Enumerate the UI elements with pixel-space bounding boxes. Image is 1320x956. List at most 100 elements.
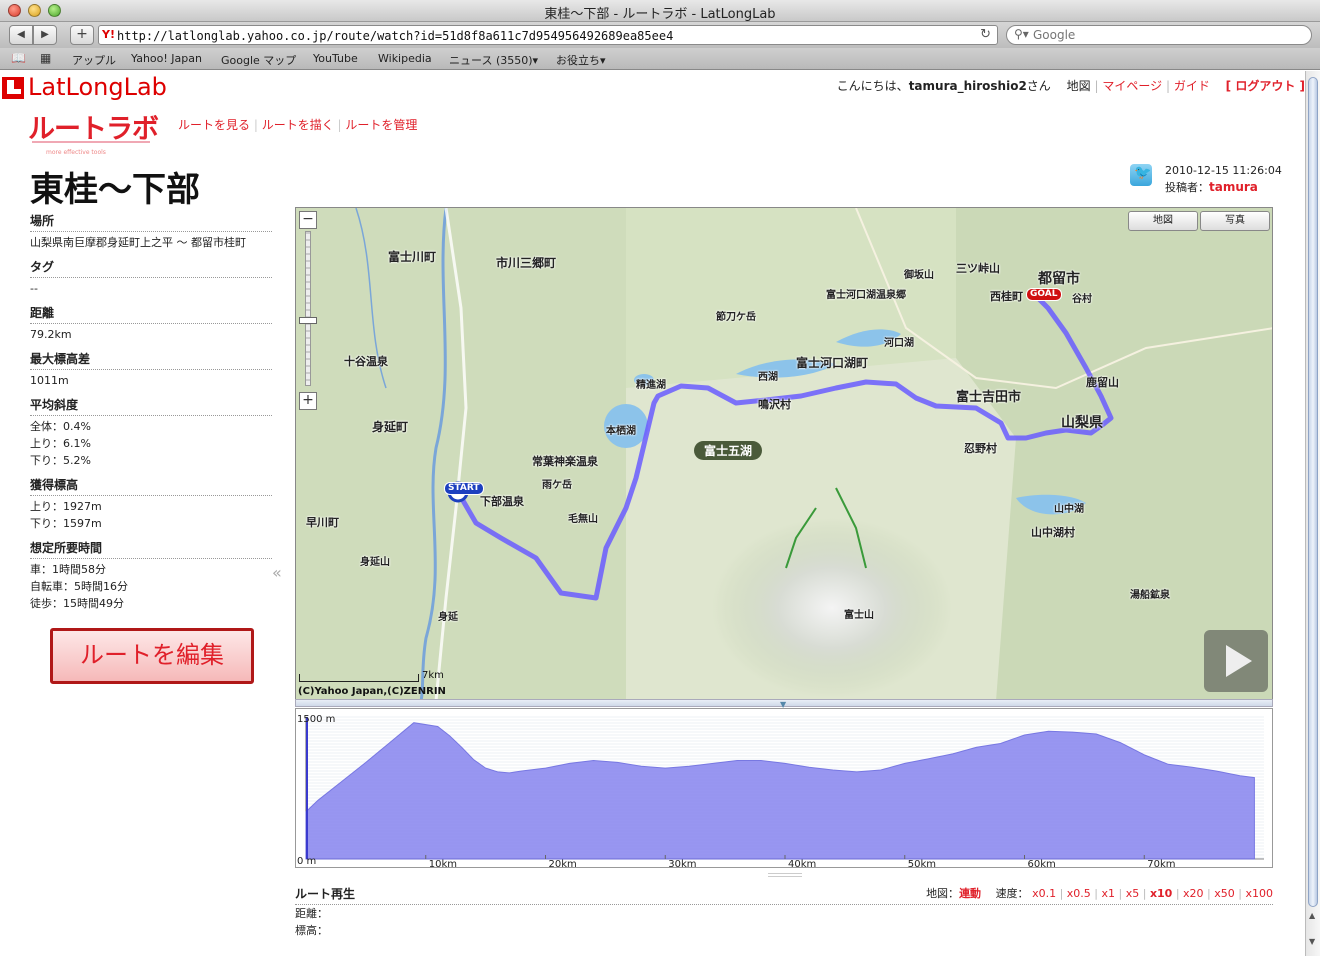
tag-value: -- — [30, 282, 38, 295]
logout-link[interactable]: [ ログアウト ] — [1226, 79, 1305, 93]
scroll-up-arrow-icon[interactable]: ▲ — [1309, 911, 1315, 920]
map-place-label: 西桂町 — [990, 290, 1023, 303]
time-bike: 自転車：5時間16分 — [30, 580, 128, 593]
vertical-scrollbar[interactable]: ▲ ▼ — [1305, 71, 1320, 956]
route-map[interactable]: − + 地図 写真 都留市 富士吉田市 富士河口湖町 鳴沢村 忍野村 山中湖村 山梨県 身延町… — [295, 207, 1273, 700]
max-elevation-value: 1011m — [30, 374, 69, 387]
replay-controls: 地図：連動 速度： x0.1 | x0.5 | x1 | x5 | x10 | … — [926, 885, 1273, 901]
zoom-out-button[interactable]: − — [299, 211, 317, 229]
distance-value: 79.2km — [30, 328, 72, 341]
x-tick-label: 20km — [549, 859, 577, 868]
search-field[interactable]: ⚲▾ — [1006, 25, 1312, 45]
map-type-photo-button[interactable]: 写真 — [1200, 211, 1270, 231]
tag-label: タグ — [30, 258, 272, 278]
speed-option[interactable]: x0.1 — [1032, 887, 1056, 900]
collapse-panel-chevron-icon[interactable]: « — [272, 563, 282, 582]
time-car: 車：1時間58分 — [30, 563, 106, 576]
bookmark-item[interactable]: ニュース (3550)▾ — [449, 52, 538, 68]
y-max-label: 1500 m — [297, 714, 335, 725]
map-copyright: (C)Yahoo Japan,(C)ZENRIN — [298, 686, 446, 697]
bookmark-item[interactable]: Wikipedia — [378, 52, 432, 65]
zoom-slider-handle[interactable] — [299, 317, 317, 324]
scrollbar-thumb[interactable] — [1308, 77, 1318, 907]
plus-icon: + — [76, 26, 88, 42]
replay-distance: 距離： — [295, 907, 328, 920]
map-place-label: 本栖湖 — [606, 426, 636, 437]
play-route-button[interactable] — [1204, 630, 1268, 692]
map-place-label: 早川町 — [306, 516, 339, 529]
speed-option[interactable]: x100 — [1245, 887, 1273, 900]
map-place-label: 河口湖 — [884, 338, 914, 349]
map-canvas — [296, 208, 1272, 699]
latlonglab-mark-icon — [2, 77, 24, 99]
reload-icon[interactable]: ↻ — [980, 27, 991, 42]
elevation-profile-area — [305, 722, 1255, 860]
map-place-label: 毛無山 — [568, 514, 598, 525]
greeting-suffix: さん — [1026, 79, 1051, 93]
speed-option[interactable]: x0.5 — [1067, 887, 1091, 900]
bookmark-item[interactable]: YouTube — [313, 52, 358, 65]
bookmark-item[interactable]: Yahoo! Japan — [131, 52, 202, 65]
scroll-down-arrow-icon[interactable]: ▼ — [1309, 937, 1315, 946]
routelab-tagline: more effective tools — [46, 149, 106, 156]
author-link[interactable]: tamura — [1209, 180, 1258, 194]
map-place-label: 市川三郷町 — [496, 256, 557, 270]
speed-option[interactable]: x5 — [1126, 887, 1140, 900]
back-button[interactable]: ◀ — [9, 25, 33, 45]
time-walk: 徒歩：15時間49分 — [30, 597, 124, 610]
author-label: 投稿者： — [1165, 181, 1209, 194]
speed-option[interactable]: x50 — [1214, 887, 1235, 900]
routelab-logo[interactable]: ルートラボ more effective tools — [28, 107, 159, 159]
bookmark-item[interactable]: アップル — [72, 52, 116, 68]
nav-view-route[interactable]: ルートを見る — [178, 118, 250, 132]
replay-speed-label: 速度： — [995, 887, 1029, 900]
forward-button[interactable]: ▶ — [33, 25, 57, 45]
map-place-label: 鳴沢村 — [758, 398, 791, 411]
speed-option[interactable]: x1 — [1102, 887, 1116, 900]
map-place-label: 富士河口湖町 — [796, 356, 869, 370]
route-goal-marker[interactable]: GOAL — [1026, 288, 1062, 301]
bookmark-item[interactable]: お役立ち▾ — [556, 52, 606, 68]
zoom-slider-track[interactable] — [305, 231, 311, 386]
gain-down: 下り：1597m — [30, 517, 102, 530]
map-place-label: 山中湖村 — [1031, 526, 1075, 539]
browser-window: 東桂〜下部 - ルートラボ - LatLongLab ◀ ▶ + Y! http… — [0, 0, 1320, 956]
route-start-marker[interactable]: START — [444, 482, 484, 495]
add-bookmark-button[interactable]: + — [70, 25, 94, 45]
speed-option[interactable]: x10 — [1150, 887, 1172, 900]
twitter-button[interactable]: 🐦 — [1130, 164, 1152, 186]
header-link-map[interactable]: 地図 — [1067, 79, 1091, 93]
replay-map-sync-link[interactable]: 連動 — [959, 887, 981, 900]
bookmark-item[interactable]: Google マップ — [221, 52, 296, 68]
nav-manage-route[interactable]: ルートを管理 — [345, 118, 417, 132]
nav-draw-route[interactable]: ルートを描く — [262, 118, 334, 132]
slope-down: 下り：5.2% — [30, 454, 91, 467]
map-place-label: 常葉神楽温泉 — [532, 455, 598, 468]
address-bar[interactable]: Y! http://latlonglab.yahoo.co.jp/route/w… — [98, 25, 998, 45]
map-place-label: 湯船鉱泉 — [1130, 590, 1170, 601]
route-meta: 2010-12-15 11:26:04 投稿者：tamura — [1165, 163, 1282, 196]
chart-resize-grip[interactable] — [768, 873, 802, 877]
latlonglab-logo-text: LatLongLab — [28, 73, 167, 101]
speed-option[interactable]: x20 — [1183, 887, 1204, 900]
distance-label: 距離 — [30, 304, 272, 324]
top-sites-grid-icon[interactable]: ▦ — [40, 51, 51, 65]
header-link-guide[interactable]: ガイド — [1174, 79, 1210, 93]
map-place-label: 下部温泉 — [480, 495, 524, 508]
map-type-map-button[interactable]: 地図 — [1128, 211, 1198, 231]
map-scale-label: 7km — [422, 670, 444, 681]
search-input[interactable] — [1033, 28, 1303, 42]
bookmarks-book-icon[interactable]: 📖 — [11, 51, 26, 65]
elevation-chart[interactable]: 1500 m 0 m 10km 20km 30km 40km 50km 60km 70km — [295, 708, 1273, 868]
replay-map-label: 地図： — [926, 887, 960, 900]
zoom-in-button[interactable]: + — [299, 392, 317, 410]
max-elevation-label: 最大標高差 — [30, 350, 272, 370]
map-place-label: 山中湖 — [1054, 504, 1084, 515]
map-place-label: 三ツ峠山 — [956, 262, 1000, 275]
route-info-panel: 場所 山梨県南巨摩郡身延町上之平 〜 都留市桂町 タグ -- 距離 79.2km… — [30, 212, 272, 612]
header-link-mypage[interactable]: マイページ — [1102, 79, 1162, 93]
map-resize-handle[interactable]: ▼ — [295, 699, 1273, 709]
yahoo-favicon-icon: Y! — [102, 28, 115, 41]
edit-route-button[interactable]: ルートを編集 — [50, 628, 254, 684]
post-datetime: 2010-12-15 11:26:04 — [1165, 164, 1282, 177]
